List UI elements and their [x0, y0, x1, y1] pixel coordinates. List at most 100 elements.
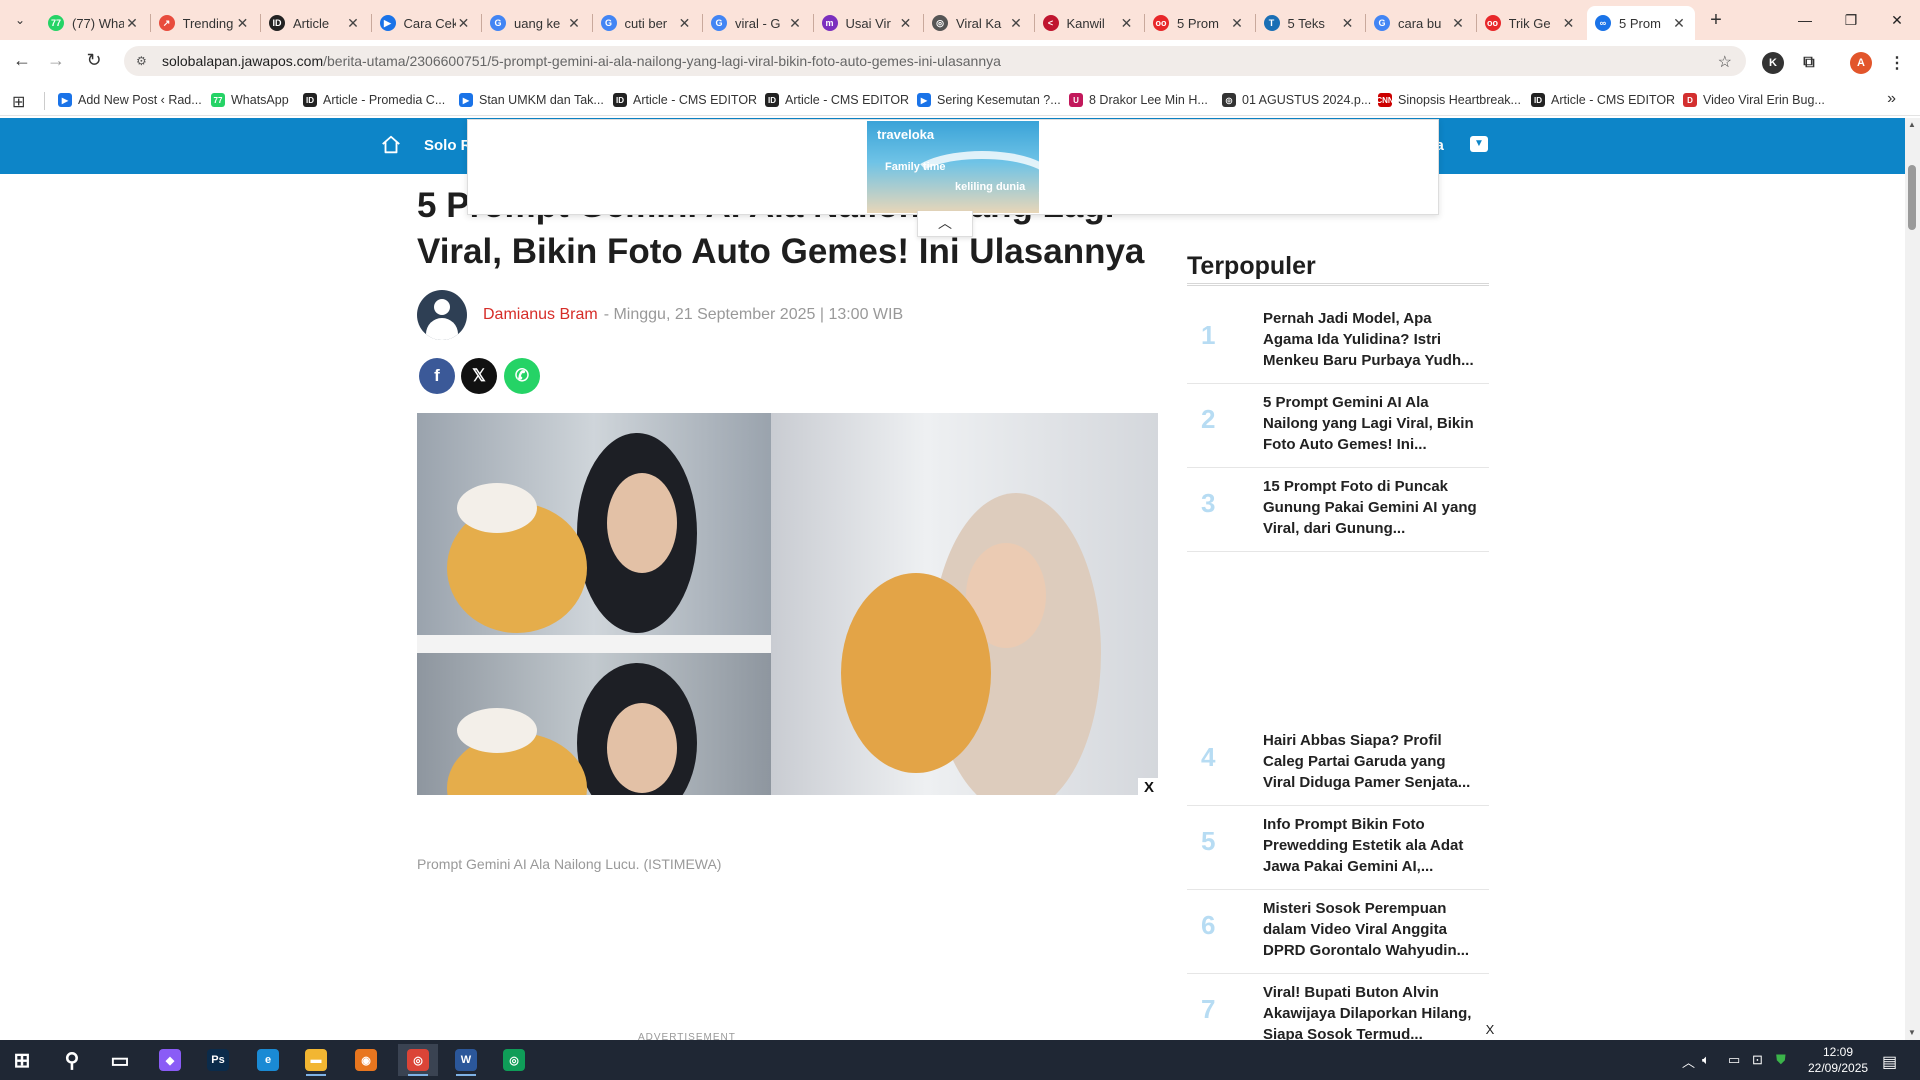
notifications-icon[interactable]: ▤: [1882, 1052, 1897, 1072]
bookmark-item[interactable]: ID Article - CMS EDITOR: [765, 90, 909, 110]
tab-close-icon[interactable]: ✕: [1671, 15, 1687, 32]
tab-close-icon[interactable]: ✕: [1450, 15, 1466, 32]
minimize-button[interactable]: —: [1780, 0, 1830, 40]
bookmark-item[interactable]: ◎ 01 AGUSTUS 2024.p...: [1222, 90, 1371, 110]
taskbar-task-view-button[interactable]: ▭: [100, 1044, 140, 1076]
share-facebook-icon[interactable]: f: [419, 358, 455, 394]
page-scrollbar[interactable]: [1905, 118, 1920, 1040]
profile-avatar[interactable]: A: [1850, 52, 1872, 74]
bookmark-item[interactable]: ID Article - CMS EDITOR: [1531, 90, 1675, 110]
home-icon[interactable]: [380, 134, 402, 156]
chrome-menu-icon[interactable]: ⋮: [1886, 52, 1908, 74]
taskbar-orange-app-button[interactable]: ◉: [346, 1044, 386, 1076]
browser-tab[interactable]: ▶ Cara Cek ✕: [372, 6, 480, 40]
bookmark-item[interactable]: ▶ Sering Kesemutan ?...: [917, 90, 1061, 110]
tab-close-icon[interactable]: ✕: [456, 15, 472, 32]
sidebar-ad-close-button[interactable]: X: [1479, 1020, 1501, 1040]
volume-icon[interactable]: 🔈︎: [1702, 1052, 1710, 1068]
tab-close-icon[interactable]: ✕: [124, 15, 140, 32]
bookmark-star-icon[interactable]: ☆: [1718, 52, 1732, 72]
tab-close-icon[interactable]: ✕: [1229, 15, 1245, 32]
popular-item[interactable]: 1 Pernah Jadi Model, Apa Agama Ida Yulidi…: [1187, 300, 1489, 384]
extensions-puzzle-icon[interactable]: ⧉: [1798, 52, 1820, 74]
tab-close-icon[interactable]: ✕: [787, 15, 803, 32]
tab-close-icon[interactable]: ✕: [1008, 15, 1024, 32]
bookmark-item[interactable]: U 8 Drakor Lee Min H...: [1069, 90, 1208, 110]
popular-title-link[interactable]: Hairi Abbas Siapa? Profil Caleg Partai G…: [1263, 730, 1481, 793]
bookmark-item[interactable]: ID Article - CMS EDITOR: [613, 90, 757, 110]
apps-grid-icon[interactable]: ⊞: [12, 92, 25, 112]
popular-title-link[interactable]: 15 Prompt Foto di Puncak Gunung Pakai Ge…: [1263, 476, 1481, 539]
taskbar-search-button[interactable]: ⚲: [52, 1044, 92, 1076]
browser-tab[interactable]: oo 5 Prom ✕: [1145, 6, 1253, 40]
popular-title-link[interactable]: Viral! Bupati Buton Alvin Akawijaya Dila…: [1263, 982, 1481, 1045]
popular-title-link[interactable]: 5 Prompt Gemini AI Ala Nailong yang Lagi…: [1263, 392, 1481, 455]
browser-tab[interactable]: oo Trik Ge ✕: [1477, 6, 1585, 40]
browser-tab[interactable]: m Usai Vir ✕: [814, 6, 922, 40]
tab-close-icon[interactable]: ✕: [677, 15, 693, 32]
extension-profile-icon[interactable]: K: [1762, 52, 1784, 74]
popular-item[interactable]: 5 Info Prompt Bikin Foto Prewedding Estet…: [1187, 806, 1489, 890]
tray-overflow-chevron-icon[interactable]: ︿: [1682, 1052, 1695, 1071]
network-icon[interactable]: ▭: [1728, 1052, 1740, 1068]
nav-dropdown-icon[interactable]: ▼: [1470, 136, 1488, 152]
browser-tab[interactable]: ID Article ✕: [261, 6, 369, 40]
browser-tab[interactable]: Gcuti ber ✕: [593, 6, 701, 40]
author-name-link[interactable]: Damianus Bram: [483, 306, 598, 324]
tab-close-icon[interactable]: ✕: [235, 15, 251, 32]
taskbar-file-explorer-button[interactable]: ▬: [296, 1044, 336, 1076]
bookmark-item[interactable]: 77 WhatsApp: [211, 90, 289, 110]
browser-tab[interactable]: T 5 Teks ✕: [1256, 6, 1364, 40]
forward-icon[interactable]: →: [42, 48, 70, 72]
nav-item-solo-raya[interactable]: Solo R: [424, 137, 472, 154]
address-bar[interactable]: ⚙ solobalapan.jawapos.com /berita-utama/…: [124, 46, 1746, 76]
browser-tab[interactable]: Gcara bu ✕: [1366, 6, 1474, 40]
reload-icon[interactable]: ↻: [80, 48, 108, 72]
bookmark-item[interactable]: ▶ Stan UMKM dan Tak...: [459, 90, 604, 110]
tab-close-icon[interactable]: ✕: [1561, 15, 1577, 32]
site-info-icon[interactable]: ⚙: [136, 54, 152, 68]
ad-collapse-chevron-up-icon[interactable]: ︿: [917, 211, 973, 237]
popular-title-link[interactable]: Misteri Sosok Perempuan dalam Video Vira…: [1263, 898, 1481, 961]
taskbar-edge-button[interactable]: e: [248, 1044, 288, 1076]
tab-close-icon[interactable]: ✕: [898, 15, 914, 32]
taskbar-start-button[interactable]: ⊞: [2, 1044, 42, 1076]
bookmark-item[interactable]: CNN Sinopsis Heartbreak...: [1376, 90, 1521, 110]
share-x-icon[interactable]: 𝕏: [461, 358, 497, 394]
taskbar-copilot-button[interactable]: ◆: [150, 1044, 190, 1076]
browser-tab[interactable]: ↗ Trending ✕: [151, 6, 259, 40]
scroll-up-arrow-icon[interactable]: ▲: [1908, 120, 1916, 129]
popular-item[interactable]: 3 15 Prompt Foto di Puncak Gunung Pakai G…: [1187, 468, 1489, 552]
taskbar-chrome-button[interactable]: ◎: [494, 1044, 534, 1076]
share-whatsapp-icon[interactable]: ✆: [504, 358, 540, 394]
bookmark-item[interactable]: ID Article - Promedia C...: [303, 90, 445, 110]
bookmarks-overflow-icon[interactable]: »: [1887, 90, 1896, 108]
restore-button[interactable]: ❐: [1826, 0, 1876, 40]
tab-close-icon[interactable]: ✕: [1119, 15, 1135, 32]
traveloka-ad-banner[interactable]: traveloka Family time keliling dunia: [867, 121, 1039, 213]
popular-title-link[interactable]: Pernah Jadi Model, Apa Agama Ida Yulidin…: [1263, 308, 1481, 371]
taskbar-chrome-active-button[interactable]: ◎: [398, 1044, 438, 1076]
taskbar-word-button[interactable]: W: [446, 1044, 486, 1076]
browser-tab[interactable]: ∞ 5 Prom ✕: [1587, 6, 1695, 40]
tab-close-icon[interactable]: ✕: [1340, 15, 1356, 32]
browser-tab[interactable]: ◎ Viral Ka ✕: [924, 6, 1032, 40]
popular-title-link[interactable]: Info Prompt Bikin Foto Prewedding Esteti…: [1263, 814, 1481, 877]
popular-item[interactable]: 6 Misteri Sosok Perempuan dalam Video Vir…: [1187, 890, 1489, 974]
tab-close-icon[interactable]: ✕: [345, 15, 361, 32]
scrollbar-thumb[interactable]: [1908, 165, 1916, 230]
taskbar-clock[interactable]: 12:09 22/09/2025: [1808, 1044, 1868, 1076]
bookmark-item[interactable]: D Video Viral Erin Bug...: [1683, 90, 1825, 110]
browser-tab[interactable]: < Kanwil ✕: [1035, 6, 1143, 40]
security-shield-icon[interactable]: ⛊: [1776, 1052, 1786, 1068]
taskbar-photoshop-button[interactable]: Ps: [198, 1044, 238, 1076]
browser-tab[interactable]: Gviral - G ✕: [703, 6, 811, 40]
photo-ad-close-button[interactable]: X: [1138, 778, 1160, 798]
bookmark-item[interactable]: ▶ Add New Post ‹ Rad...: [58, 90, 202, 110]
browser-tab[interactable]: Guang ke ✕: [482, 6, 590, 40]
popular-item[interactable]: 4 Hairi Abbas Siapa? Profil Caleg Partai …: [1187, 722, 1489, 806]
popular-item[interactable]: 2 5 Prompt Gemini AI Ala Nailong yang Lag…: [1187, 384, 1489, 468]
scroll-down-arrow-icon[interactable]: ▼: [1908, 1028, 1916, 1037]
tab-search-dropdown-icon[interactable]: ⌄: [8, 8, 32, 32]
close-window-button[interactable]: ✕: [1872, 0, 1920, 40]
